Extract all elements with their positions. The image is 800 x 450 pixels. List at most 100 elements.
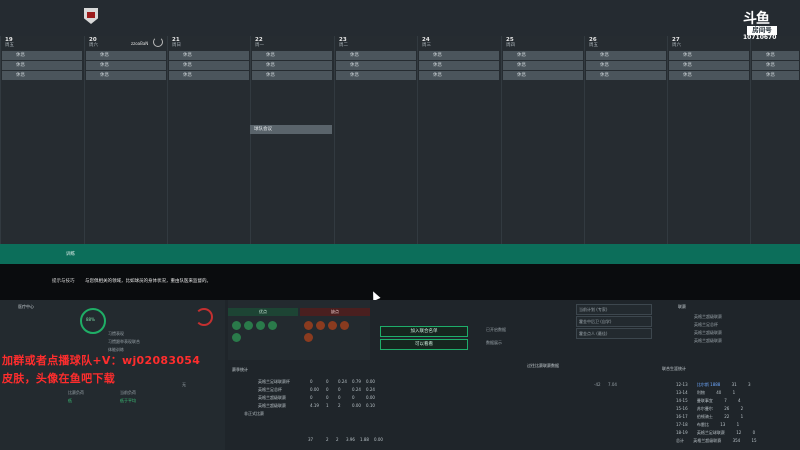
total-value: 1.88	[360, 437, 369, 442]
duty-dropdown[interactable]: 霍金点人 (最佳)	[576, 328, 652, 339]
career-row[interactable]: 18-19 英格兰足球联赛 12 0	[676, 430, 755, 436]
competition-item[interactable]: 英格兰超级联赛	[694, 314, 722, 320]
session-slot[interactable]: 休息	[169, 61, 249, 70]
table-row[interactable]: 英格兰超级联赛 0 0 0 0 0.00	[240, 395, 520, 402]
role-dropdown[interactable]: 霍金中后卫 (自学)	[576, 316, 652, 327]
session-slot[interactable]: 休息	[419, 61, 499, 70]
session-slot[interactable]: 休息	[2, 71, 82, 80]
attribute-icon[interactable]	[256, 321, 265, 330]
career-row[interactable]: 12-13 比尔斯 1888 31 3	[676, 382, 751, 388]
session-slot[interactable]: 休息	[252, 71, 332, 80]
calendar-day[interactable]: 23 周二 休息 休息 休息	[334, 36, 418, 244]
calendar-day[interactable]: 24 周三 休息 休息 休息	[417, 36, 501, 244]
plan-dropdown[interactable]: 当前计划 (专家)	[576, 304, 652, 315]
watermark-brand: 斗鱼	[743, 11, 770, 27]
session-slot[interactable]: 休息	[169, 51, 249, 60]
career-row[interactable]: 15-16 苏尔曼尔 26 2	[676, 406, 743, 412]
session-slot[interactable]: 休息	[86, 51, 166, 60]
session-slot[interactable]: 休息	[669, 51, 749, 60]
join-list-button[interactable]: 加入联合名单	[380, 326, 468, 337]
session-slot[interactable]: 休息	[503, 61, 583, 70]
stream-overlay-line-2: 皮肤，头像在鱼吧下载	[2, 372, 115, 385]
session-slot[interactable]: 休息	[752, 71, 799, 80]
career-club: 布雷比	[696, 422, 709, 427]
session-slot[interactable]: 休息	[336, 71, 416, 80]
attribute-icon[interactable]	[232, 321, 241, 330]
attribute-icon[interactable]	[328, 321, 337, 330]
panel-title: 医疗中心	[18, 304, 34, 309]
career-club: 利物	[696, 390, 705, 395]
view-button[interactable]: 可以看看	[380, 339, 468, 350]
gauge-value: 88%	[86, 317, 95, 322]
session-slot[interactable]: 休息	[503, 71, 583, 80]
career-goals: 0	[752, 430, 756, 435]
training-strip[interactable]: 训练	[0, 244, 800, 264]
session-slot[interactable]: 休息	[252, 51, 332, 60]
club-logo[interactable]	[84, 8, 98, 24]
tip-text: 与您俱相关的领域，比如球员的身体状况，重由队医来监督的。	[85, 279, 211, 284]
row-value: 0	[338, 395, 341, 400]
mid-panel-title: 过往比赛联赛数据	[527, 363, 559, 368]
calendar-day[interactable]: 27 周六 休息 休息 休息	[667, 36, 751, 244]
attribute-icon[interactable]	[244, 321, 253, 330]
career-season: 总计	[676, 438, 684, 443]
calendar-day[interactable]: 21 周日 休息 休息 休息	[167, 36, 251, 244]
session-slot[interactable]: 休息	[752, 61, 799, 70]
calendar-day[interactable]: 休息 休息 休息	[750, 36, 800, 244]
row-value: 0.00	[366, 379, 375, 384]
career-apps: 354	[732, 438, 741, 443]
competition-item[interactable]: 英格兰超级联赛	[694, 338, 722, 344]
attribute-icon[interactable]	[268, 321, 277, 330]
session-slot[interactable]: 休息	[419, 71, 499, 80]
competition-item[interactable]: 英格兰超级联赛	[694, 330, 722, 336]
session-slot[interactable]: 休息	[419, 51, 499, 60]
session-slot[interactable]: 休息	[336, 51, 416, 60]
attributes-panel: 优点 缺点	[228, 300, 370, 360]
career-goals: 4	[738, 398, 741, 403]
session-popup[interactable]: 球队会议	[250, 125, 332, 134]
calendar-day[interactable]: 26 周五 休息 休息 休息	[584, 36, 668, 244]
session-slot[interactable]: 休息	[336, 61, 416, 70]
career-row[interactable]: 14-15 曼联事宜 7 4	[676, 398, 741, 404]
row-name: 非正式比赛	[244, 411, 264, 416]
row-value: 0	[326, 387, 329, 392]
row-value: 0.00	[310, 387, 319, 392]
calendar-day[interactable]: 20 周六 zzoaBaN 休息 休息 休息	[84, 36, 168, 244]
day-name: 周六	[672, 43, 681, 48]
attribute-icon[interactable]	[304, 333, 313, 342]
table-row[interactable]: 英格兰足球联赛杯 0 0 0.24 0.79 0.00	[240, 379, 520, 386]
session-slot[interactable]: 休息	[586, 51, 666, 60]
session-slot[interactable]: 休息	[669, 61, 749, 70]
career-row[interactable]: 13-14 利物 40 1	[676, 390, 735, 396]
row-name: 英格兰超级联赛	[258, 395, 286, 400]
left-line-2: 习惯跟举表现联合	[108, 339, 140, 344]
table-row[interactable]: 英格兰足总杯 0.00 0 0 0.24 0.24	[240, 387, 520, 394]
calendar-day[interactable]: 25 周四 休息 休息 休息	[501, 36, 585, 244]
calendar-day[interactable]: 22 周一 休息 休息 休息	[250, 36, 334, 244]
session-slot[interactable]: 休息	[169, 71, 249, 80]
loading-icon	[153, 37, 163, 47]
attribute-icon[interactable]	[340, 321, 349, 330]
table-row[interactable]: 非正式比赛	[240, 411, 520, 418]
session-slot[interactable]: 休息	[86, 71, 166, 80]
session-slot[interactable]: 休息	[86, 61, 166, 70]
session-slot[interactable]: 休息	[2, 51, 82, 60]
session-slot[interactable]: 休息	[503, 51, 583, 60]
session-slot[interactable]: 休息	[2, 61, 82, 70]
session-slot[interactable]: 休息	[669, 71, 749, 80]
career-row[interactable]: 16-17 伯顿骑士 22 1	[676, 414, 743, 420]
calendar-day[interactable]: 19 周五 休息 休息 休息	[0, 36, 84, 244]
session-slot[interactable]: 休息	[252, 61, 332, 70]
session-slot[interactable]: 休息	[752, 51, 799, 60]
day-name: 周二	[339, 43, 348, 48]
table-row[interactable]: 英格兰超级联赛 4.19 1 2 0.00 0.10	[240, 403, 520, 410]
attribute-icon[interactable]	[304, 321, 313, 330]
attribute-icon[interactable]	[316, 321, 325, 330]
attribute-icon[interactable]	[232, 333, 241, 342]
footer-label-a: 比赛负荷	[68, 390, 84, 395]
competition-item[interactable]: 英格兰足总杯	[694, 322, 718, 328]
session-slot[interactable]: 休息	[586, 71, 666, 80]
career-row[interactable]: 17-18 布雷比 13 1	[676, 422, 739, 428]
session-slot[interactable]: 休息	[586, 61, 666, 70]
row-name: 英格兰足总杯	[258, 387, 282, 392]
